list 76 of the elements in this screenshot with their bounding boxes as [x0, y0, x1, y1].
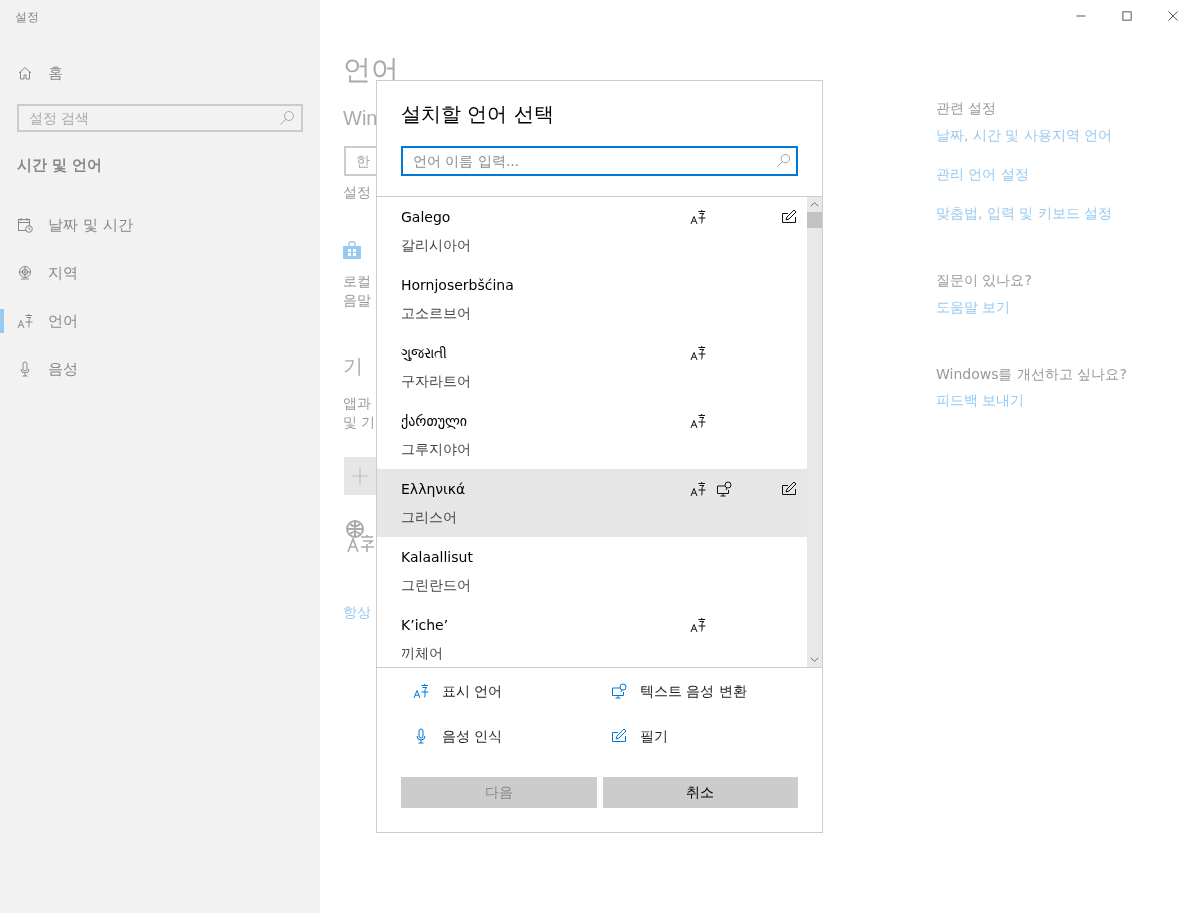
link[interactable]: 항상	[343, 604, 371, 622]
nav-item[interactable]: 음성	[0, 345, 320, 393]
microphone-icon	[413, 728, 429, 744]
language-name: Ελληνικά	[401, 480, 467, 499]
language-name: Hornjoserbšćina	[401, 276, 515, 295]
maximize-icon[interactable]	[1121, 10, 1133, 22]
monitor-speech-icon	[611, 683, 627, 699]
page-title: 언어	[343, 52, 399, 88]
scrollbar-thumb[interactable]	[807, 212, 822, 228]
description-line: 앱과	[343, 394, 371, 413]
feedback-question: Windows를 개선하고 싶나요?	[936, 365, 1127, 384]
language-korean-name: 끼체어	[401, 644, 444, 663]
language-korean-name: 그린란드어	[401, 576, 472, 595]
globe-language-icon	[345, 519, 375, 553]
section-heading: 기	[343, 353, 363, 380]
nav-item-label: 음성	[48, 359, 78, 379]
language-item[interactable]: Galego 갈리시아어	[377, 197, 807, 265]
search-field[interactable]: 설정 검색	[17, 104, 303, 132]
home-icon	[17, 65, 33, 81]
section-subtitle: Win	[343, 106, 378, 131]
legend-label: 음성 인식	[442, 727, 503, 746]
language-name: K’iche’	[401, 616, 450, 635]
description-line: 및 기	[343, 413, 376, 432]
language-korean-name: 고소르브어	[401, 304, 472, 323]
paragraph-line: 로컬	[343, 272, 371, 291]
language-item[interactable]: ქართული 그루지야어	[377, 401, 807, 469]
nav-item[interactable]: 지역	[0, 249, 320, 297]
section-heading: 시간 및 언어	[17, 155, 104, 176]
language-name: Galego	[401, 208, 452, 227]
related-link[interactable]: 날짜, 시간 및 사용지역 언어	[936, 125, 1127, 145]
globe-icon	[17, 265, 33, 281]
pen-icon	[611, 728, 627, 744]
window-title: 설정	[14, 9, 40, 26]
language-item[interactable]: Hornjoserbšćina 고소르브어	[377, 265, 807, 333]
nav-item-label: 지역	[48, 263, 78, 283]
language-item[interactable]: K’iche’ 끼체어	[377, 605, 807, 667]
search-icon	[776, 153, 791, 168]
language-item[interactable]: Ελληνικά 그리스어	[377, 469, 807, 537]
language-korean-name: 구자라트어	[401, 372, 472, 391]
nav-item[interactable]: 날짜 및 시간	[0, 201, 320, 249]
scrollbar[interactable]	[807, 197, 822, 667]
calendar-clock-icon	[17, 217, 33, 233]
dialog-title: 설치할 언어 선택	[401, 101, 555, 128]
language-korean-name: 그리스어	[401, 508, 458, 527]
nav-item-label: 언어	[48, 311, 78, 331]
plus-icon	[351, 467, 369, 485]
dialog-button[interactable]: 취소	[602, 777, 798, 808]
legend-label: 텍스트 음성 변환	[640, 682, 747, 701]
help-link[interactable]: 도움말 보기	[936, 297, 1127, 317]
language-korean-name: 갈리시아어	[401, 236, 472, 255]
related-heading: 관련 설정	[936, 99, 998, 118]
help-question: 질문이 있나요?	[936, 271, 1033, 290]
home-link[interactable]: 홈	[48, 63, 63, 83]
language-korean-name: 그루지야어	[401, 440, 472, 459]
close-icon[interactable]	[1167, 10, 1179, 22]
related-link[interactable]: 맞춤법, 입력 및 키보드 설정	[936, 203, 1127, 223]
microphone-icon	[17, 361, 33, 377]
store-bag-icon	[343, 241, 361, 259]
search-icon	[279, 110, 295, 126]
note-text: 설정	[343, 184, 371, 202]
add-language-button[interactable]	[344, 457, 376, 495]
legend-label: 표시 언어	[442, 682, 503, 701]
related-link[interactable]: 관리 언어 설정	[936, 164, 1127, 184]
language-item[interactable]: Kalaallisut 그린란드어	[377, 537, 807, 605]
language-name: ગુજરાતી	[401, 344, 448, 363]
nav-item[interactable]: 언어	[0, 297, 320, 345]
nav-item-label: 날짜 및 시간	[48, 215, 133, 235]
language-name: ქართული	[401, 412, 469, 431]
language-item[interactable]: ગુજરાતી 구자라트어	[377, 333, 807, 401]
language-search-field[interactable]: 언어 이름 입력...	[401, 146, 798, 176]
legend-label: 필기	[640, 727, 668, 746]
feedback-link[interactable]: 피드백 보내기	[936, 390, 1127, 410]
paragraph-line: 음말	[343, 291, 371, 310]
language-icon	[17, 313, 33, 329]
language-name: Kalaallisut	[401, 548, 474, 567]
language-icon	[413, 683, 429, 699]
